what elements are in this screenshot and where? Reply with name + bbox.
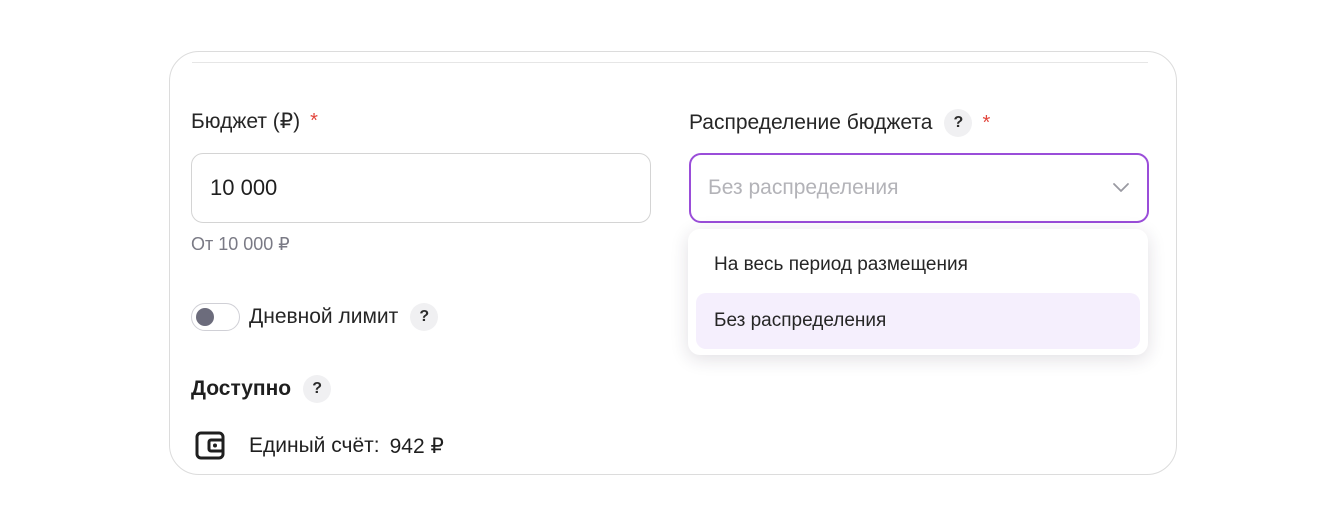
budget-required-mark: * — [310, 110, 318, 132]
distribution-help-icon[interactable]: ? — [944, 109, 973, 137]
wallet-icon — [195, 431, 227, 461]
option-label: Без распределения — [714, 310, 887, 331]
budget-input[interactable]: 10 000 — [191, 153, 651, 223]
dropdown-option-full-period[interactable]: На весь период размещения — [696, 237, 1140, 293]
available-help-icon[interactable]: ? — [303, 375, 332, 403]
budget-hint: От 10 000 ₽ — [191, 234, 290, 254]
available-title: Доступно — [191, 377, 292, 400]
account-row: Единый счёт: 942 ₽ — [195, 431, 444, 461]
distribution-dropdown: На весь период размещения Без распределе… — [688, 229, 1148, 355]
budget-input-value: 10 000 — [210, 175, 278, 200]
top-divider — [192, 62, 1148, 63]
toggle-knob — [196, 308, 214, 326]
distribution-select-placeholder: Без распределения — [708, 176, 899, 199]
distribution-label: Распределение бюджета — [689, 111, 933, 134]
distribution-select[interactable]: Без распределения — [689, 153, 1149, 223]
available-row: Доступно ? — [191, 375, 332, 403]
daily-limit-help-icon[interactable]: ? — [410, 303, 439, 331]
budget-label: Бюджет (₽) — [191, 110, 301, 133]
option-label: На весь период размещения — [714, 254, 968, 275]
daily-limit-toggle[interactable] — [191, 303, 240, 331]
distribution-required-mark: * — [982, 111, 991, 134]
chevron-down-icon — [1113, 183, 1129, 192]
budget-label-row: Бюджет (₽) * — [191, 109, 318, 134]
distribution-label-row: Распределение бюджета ? * — [689, 109, 990, 137]
account-balance: 942 ₽ — [389, 434, 444, 458]
daily-limit-row: Дневной лимит ? — [191, 303, 439, 331]
dropdown-option-no-distribution[interactable]: Без распределения — [696, 293, 1140, 349]
daily-limit-label: Дневной лимит — [249, 305, 399, 328]
account-label: Единый счёт: — [249, 434, 380, 457]
